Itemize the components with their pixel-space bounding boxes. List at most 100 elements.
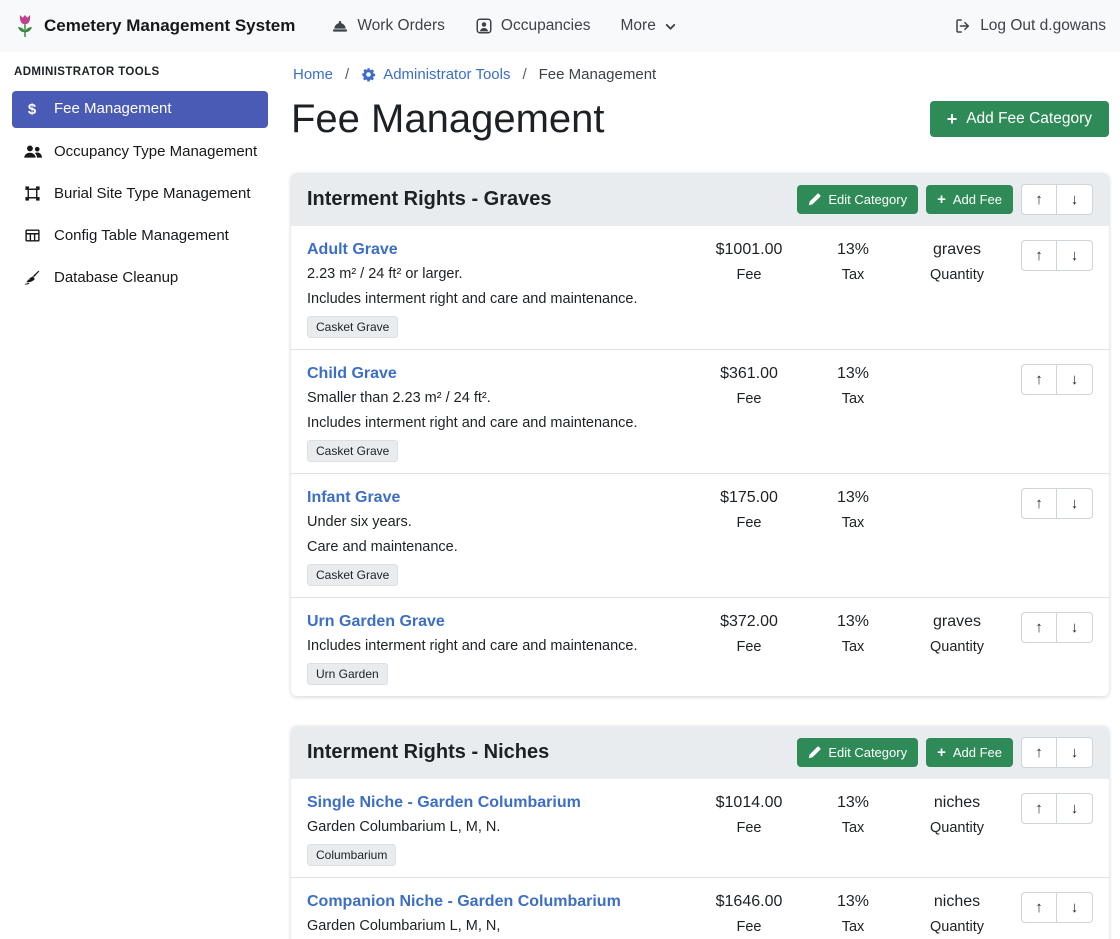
tax-label: Tax <box>801 638 905 657</box>
tax-column: 13% Tax <box>801 612 905 657</box>
logout-link[interactable]: Log Out d.gowans <box>954 17 1106 35</box>
nav-more[interactable]: More <box>621 17 677 35</box>
nav-work-orders[interactable]: Work Orders <box>331 17 445 35</box>
move-fee-down-button[interactable]: ↓ <box>1057 793 1093 824</box>
fee-description-line: Care and maintenance. <box>307 538 687 557</box>
breadcrumb-home-link[interactable]: Home <box>293 66 333 83</box>
fee-row: Urn Garden Grave Includes interment righ… <box>291 597 1109 696</box>
fee-reorder-buttons: ↑ ↓ <box>1021 364 1093 395</box>
sidebar-item-fee-management[interactable]: $ Fee Management <box>12 91 268 128</box>
sidebar-item-label: Occupancy Type Management <box>54 142 257 162</box>
dollar-icon: $ <box>22 100 42 120</box>
move-category-down-button[interactable]: ↓ <box>1057 737 1093 768</box>
fee-description-line: Includes interment right and care and ma… <box>307 290 687 309</box>
plus-icon: + <box>937 745 946 760</box>
quantity-value: graves <box>905 612 1009 632</box>
page-title: Fee Management <box>291 95 605 143</box>
fee-name-link[interactable]: Child Grave <box>307 364 397 383</box>
category-header: Interment Rights - Graves Edit Category … <box>291 173 1109 226</box>
tax-column: 13% Tax <box>801 892 905 937</box>
sidebar-item-burial-site-type-management[interactable]: Burial Site Type Management <box>12 176 268 212</box>
breadcrumb-admin-tools-link[interactable]: Administrator Tools <box>361 66 510 83</box>
page-header: Fee Management + Add Fee Category <box>291 95 1109 143</box>
nav-links: Work Orders Occupancies More <box>331 17 677 35</box>
breadcrumb: Home / Administrator Tools / Fee Managem… <box>291 66 1109 83</box>
move-fee-down-button[interactable]: ↓ <box>1057 364 1093 395</box>
add-fee-label: Add Fee <box>953 192 1002 207</box>
quantity-label: Quantity <box>905 638 1009 657</box>
fee-amount: $175.00 <box>697 488 801 508</box>
fee-name-link[interactable]: Companion Niche - Garden Columbarium <box>307 892 621 911</box>
category-header: Interment Rights - Niches Edit Category … <box>291 726 1109 779</box>
tax-value: 13% <box>801 892 905 912</box>
table-icon <box>22 227 42 244</box>
fee-amount-column: $1014.00 Fee <box>697 793 801 838</box>
tulip-logo-icon <box>14 13 36 39</box>
move-fee-up-button[interactable]: ↑ <box>1021 488 1057 519</box>
move-fee-down-button[interactable]: ↓ <box>1057 892 1093 923</box>
fee-name-link[interactable]: Single Niche - Garden Columbarium <box>307 793 581 812</box>
sidebar-item-database-cleanup[interactable]: Database Cleanup <box>12 260 268 296</box>
fee-description-line: Under six years. <box>307 513 687 532</box>
sidebar-item-label: Burial Site Type Management <box>54 184 251 204</box>
fee-description-line: Smaller than 2.23 m² / 24 ft². <box>307 389 687 408</box>
move-category-up-button[interactable]: ↑ <box>1021 737 1057 768</box>
fee-name-link[interactable]: Urn Garden Grave <box>307 612 445 631</box>
category-title: Interment Rights - Graves <box>307 188 797 211</box>
fee-name-link[interactable]: Adult Grave <box>307 240 398 259</box>
move-fee-up-button[interactable]: ↑ <box>1021 793 1057 824</box>
add-fee-category-button[interactable]: + Add Fee Category <box>930 101 1109 137</box>
move-category-up-button[interactable]: ↑ <box>1021 184 1057 215</box>
sidebar-heading: ADMINISTRATOR TOOLS <box>14 66 266 78</box>
tax-value: 13% <box>801 793 905 813</box>
fee-amount: $361.00 <box>697 364 801 384</box>
sidebar-item-label: Database Cleanup <box>54 268 178 288</box>
move-fee-up-button[interactable]: ↑ <box>1021 892 1057 923</box>
fee-type-badge: Casket Grave <box>307 564 398 586</box>
tax-label: Tax <box>801 514 905 533</box>
edit-category-button[interactable]: Edit Category <box>797 738 918 767</box>
fee-description-line: Includes interment right and care and ma… <box>307 637 687 656</box>
move-category-down-button[interactable]: ↓ <box>1057 184 1093 215</box>
add-fee-button[interactable]: + Add Fee <box>926 185 1013 214</box>
sidebar-item-occupancy-type-management[interactable]: Occupancy Type Management <box>12 134 268 170</box>
add-fee-button[interactable]: + Add Fee <box>926 738 1013 767</box>
category-reorder-buttons: ↑ ↓ <box>1021 184 1093 215</box>
move-fee-up-button[interactable]: ↑ <box>1021 364 1057 395</box>
fee-amount-label: Fee <box>697 266 801 285</box>
quantity-value: niches <box>905 892 1009 912</box>
fee-amount-label: Fee <box>697 514 801 533</box>
people-icon <box>22 143 42 159</box>
tax-column: 13% Tax <box>801 488 905 533</box>
fee-reorder-buttons: ↑ ↓ <box>1021 793 1093 824</box>
move-fee-down-button[interactable]: ↓ <box>1057 240 1093 271</box>
logout-label: Log Out d.gowans <box>980 17 1106 35</box>
category-reorder-buttons: ↑ ↓ <box>1021 737 1093 768</box>
fee-amount: $1001.00 <box>697 240 801 260</box>
move-fee-down-button[interactable]: ↓ <box>1057 488 1093 519</box>
brand[interactable]: Cemetery Management System <box>14 13 295 39</box>
move-fee-up-button[interactable]: ↑ <box>1021 612 1057 643</box>
tax-value: 13% <box>801 240 905 260</box>
move-fee-up-button[interactable]: ↑ <box>1021 240 1057 271</box>
fee-row: Single Niche - Garden Columbarium Garden… <box>291 779 1109 877</box>
quantity-value: niches <box>905 793 1009 813</box>
fee-amount: $1646.00 <box>697 892 801 912</box>
edit-category-button[interactable]: Edit Category <box>797 185 918 214</box>
fee-name-link[interactable]: Infant Grave <box>307 488 400 507</box>
tax-label: Tax <box>801 390 905 409</box>
fee-amount: $372.00 <box>697 612 801 632</box>
fee-info: Single Niche - Garden Columbarium Garden… <box>307 793 697 866</box>
fee-amount: $1014.00 <box>697 793 801 813</box>
sidebar-item-label: Fee Management <box>54 99 172 119</box>
move-fee-down-button[interactable]: ↓ <box>1057 612 1093 643</box>
sidebar-item-config-table-management[interactable]: Config Table Management <box>12 218 268 254</box>
chevron-down-icon <box>664 20 677 33</box>
edit-category-label: Edit Category <box>828 192 907 207</box>
fee-description-line: Includes interment right and care and ma… <box>307 414 687 433</box>
nav-occupancies[interactable]: Occupancies <box>475 17 591 35</box>
tax-label: Tax <box>801 819 905 838</box>
tax-value: 13% <box>801 488 905 508</box>
fee-info: Child Grave Smaller than 2.23 m² / 24 ft… <box>307 364 697 462</box>
quantity-label: Quantity <box>905 918 1009 937</box>
